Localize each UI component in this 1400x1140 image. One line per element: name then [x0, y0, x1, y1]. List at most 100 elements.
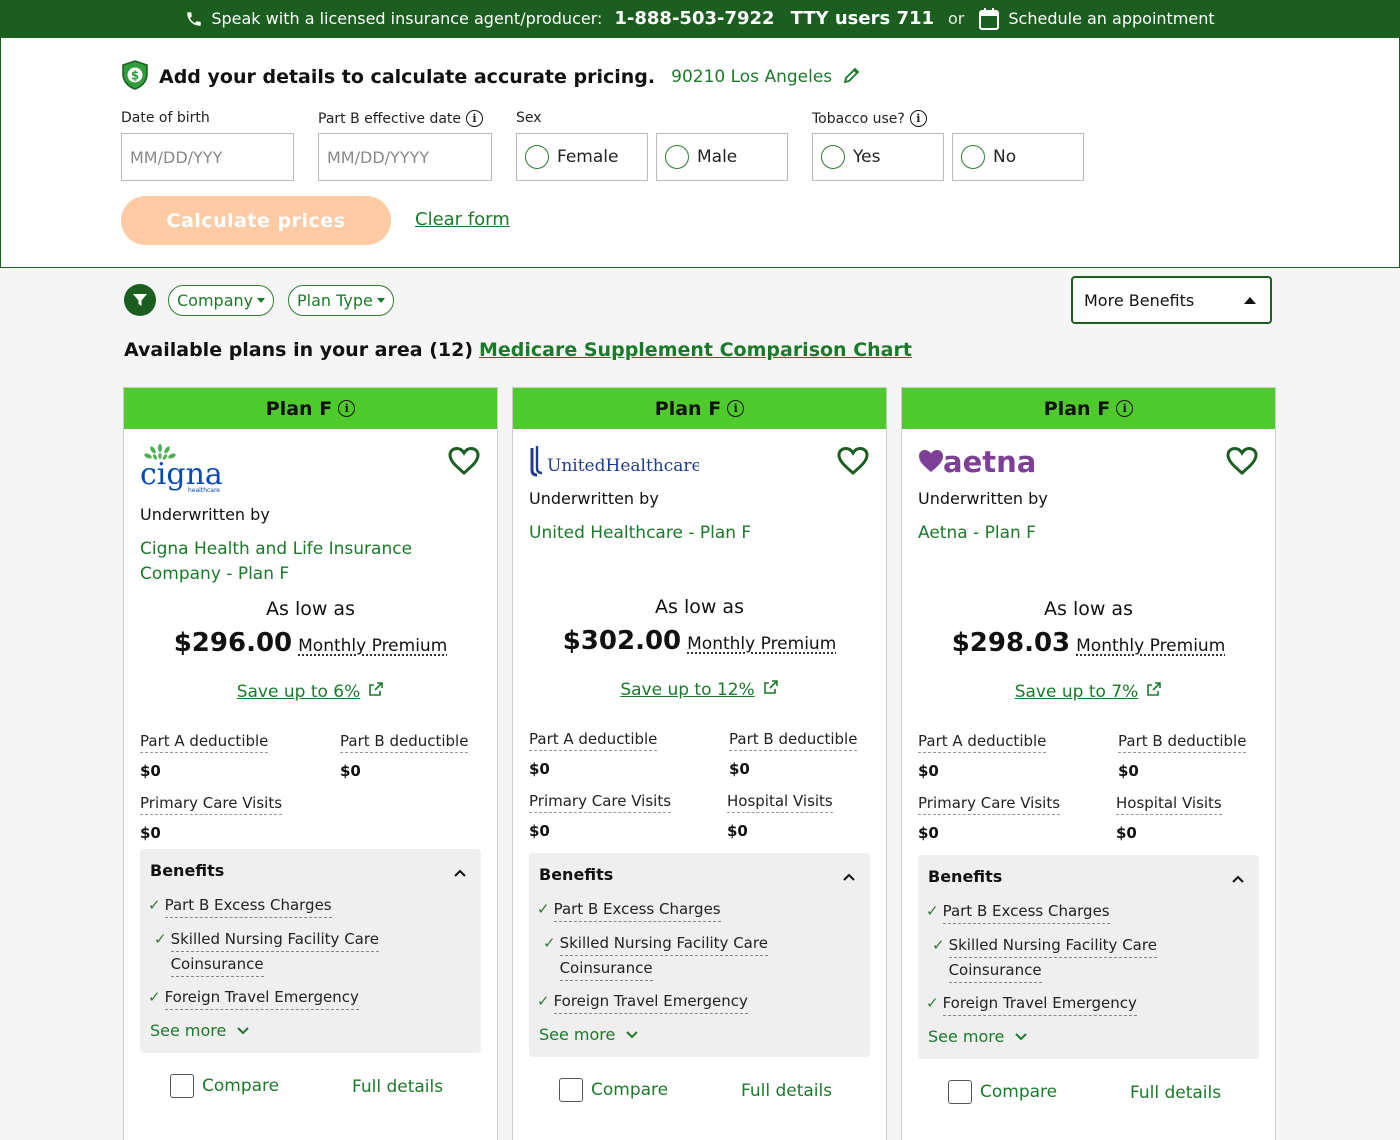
- monthly-premium-label[interactable]: Monthly Premium: [687, 634, 836, 654]
- see-more-link[interactable]: See more: [928, 1027, 1028, 1046]
- premium-row: $298.03 Monthly Premium: [902, 628, 1275, 658]
- tobacco-no-radio[interactable]: No: [952, 133, 1084, 181]
- shield-dollar-icon: $: [121, 60, 149, 94]
- primary-care-label[interactable]: Primary Care Visits: [140, 794, 282, 815]
- benefit-text: Coinsurance: [949, 958, 1042, 983]
- more-benefits-dropdown[interactable]: More Benefits: [1071, 276, 1272, 324]
- underwritten-label: Underwritten by: [918, 489, 1048, 508]
- chevron-down-icon: [1014, 1027, 1028, 1046]
- location-link[interactable]: 90210 Los Angeles: [671, 67, 832, 87]
- benefit-item: ✓ Part B Excess Charges: [148, 893, 332, 918]
- phone-number-link[interactable]: 1-888-503-7922: [614, 8, 774, 29]
- chevron-up-icon[interactable]: [453, 863, 467, 882]
- benefit-text: Skilled Nursing Facility Care: [171, 927, 379, 952]
- favorite-heart-icon[interactable]: [1225, 446, 1259, 480]
- part-a-deductible-label[interactable]: Part A deductible: [918, 732, 1046, 753]
- compare-checkbox[interactable]: Compare: [948, 1080, 1057, 1104]
- benefit-item: ✓ Part B Excess Charges: [926, 899, 1110, 924]
- check-icon: ✓: [154, 927, 167, 977]
- company-link[interactable]: Aetna - Plan F: [918, 521, 1238, 546]
- company-link[interactable]: United Healthcare - Plan F: [529, 521, 849, 546]
- compare-checkbox[interactable]: Compare: [170, 1074, 279, 1098]
- sex-male-radio[interactable]: Male: [656, 133, 788, 181]
- external-link-icon: [1146, 681, 1162, 702]
- favorite-heart-icon[interactable]: [836, 446, 870, 480]
- plan-card-header: Plan F i: [513, 388, 886, 429]
- monthly-premium-label[interactable]: Monthly Premium: [1076, 636, 1225, 656]
- caret-down-icon: [377, 298, 385, 303]
- check-icon: ✓: [926, 991, 939, 1016]
- plan-card-header: Plan F i: [902, 388, 1275, 429]
- part-b-deductible-label[interactable]: Part B deductible: [340, 732, 468, 753]
- favorite-heart-icon[interactable]: [447, 446, 481, 480]
- premium-row: $296.00 Monthly Premium: [124, 628, 497, 658]
- company-filter-dropdown[interactable]: Company: [168, 285, 274, 316]
- full-details-link[interactable]: Full details: [1130, 1083, 1221, 1103]
- partb-label-text: Part B effective date: [318, 111, 461, 127]
- benefit-item: ✓ Foreign Travel Emergency: [926, 991, 1137, 1016]
- dob-input[interactable]: MM/DD/YYY: [121, 133, 294, 181]
- part-a-deductible-label[interactable]: Part A deductible: [529, 730, 657, 751]
- company-link[interactable]: Cigna Health and Life Insurance Company …: [140, 537, 460, 587]
- part-a-deductible-label[interactable]: Part A deductible: [140, 732, 268, 753]
- comparison-chart-link[interactable]: Medicare Supplement Comparison Chart: [479, 339, 912, 361]
- compare-checkbox[interactable]: Compare: [559, 1078, 668, 1102]
- primary-care-label[interactable]: Primary Care Visits: [529, 792, 671, 813]
- check-icon: ✓: [932, 933, 945, 983]
- chevron-up-icon[interactable]: [1231, 869, 1245, 888]
- benefit-text: Part B Excess Charges: [943, 899, 1110, 924]
- hospital-visits-label[interactable]: Hospital Visits: [727, 792, 833, 813]
- part-b-deductible-label[interactable]: Part B deductible: [1118, 732, 1246, 753]
- tobacco-label-text: Tobacco use?: [812, 111, 905, 127]
- part-a-deductible-value: $0: [529, 760, 550, 778]
- filter-icon[interactable]: [124, 284, 156, 316]
- schedule-appointment-link[interactable]: Schedule an appointment: [978, 7, 1214, 31]
- full-details-link[interactable]: Full details: [352, 1077, 443, 1097]
- cigna-logo: cigna healthcare: [140, 442, 236, 500]
- see-more-link[interactable]: See more: [539, 1025, 639, 1044]
- schedule-label: Schedule an appointment: [1008, 9, 1214, 28]
- part-b-deductible-value: $0: [1118, 762, 1139, 780]
- monthly-premium-label[interactable]: Monthly Premium: [298, 636, 447, 656]
- calculate-prices-button[interactable]: Calculate prices: [121, 196, 391, 245]
- save-link[interactable]: Save up to 12%: [513, 679, 886, 700]
- partb-date-input[interactable]: MM/DD/YYYY: [318, 133, 492, 181]
- plan-name: Plan F: [266, 398, 332, 420]
- info-icon[interactable]: i: [338, 400, 355, 417]
- see-more-link[interactable]: See more: [150, 1021, 250, 1040]
- benefits-panel: Benefits ✓ Part B Excess Charges ✓ Skilled…: [529, 853, 870, 1057]
- primary-care-label[interactable]: Primary Care Visits: [918, 794, 1060, 815]
- info-icon[interactable]: i: [910, 110, 927, 127]
- benefit-item: ✓ Skilled Nursing Facility Care Coinsuranc…: [543, 931, 768, 981]
- radio-circle-icon: [961, 145, 985, 169]
- checkbox-icon: [170, 1074, 194, 1098]
- info-icon[interactable]: i: [466, 110, 483, 127]
- or-text: or: [948, 9, 964, 28]
- hospital-visits-label[interactable]: Hospital Visits: [1116, 794, 1222, 815]
- clear-form-link[interactable]: Clear form: [415, 209, 510, 230]
- sex-female-radio[interactable]: Female: [516, 133, 648, 181]
- premium-price: $296.00: [174, 628, 292, 658]
- part-a-deductible-value: $0: [918, 762, 939, 780]
- tobacco-yes-radio[interactable]: Yes: [812, 133, 944, 181]
- plan-card-unitedhealthcare: Plan F i UnitedHealthcare Underwritten b…: [512, 387, 887, 1140]
- full-details-link[interactable]: Full details: [741, 1081, 832, 1101]
- save-link[interactable]: Save up to 7%: [902, 681, 1275, 702]
- dob-label-text: Date of birth: [121, 110, 210, 126]
- checkbox-icon: [559, 1078, 583, 1102]
- benefit-text: Coinsurance: [171, 952, 264, 977]
- chevron-up-icon[interactable]: [842, 867, 856, 886]
- hospital-visits-value: $0: [727, 822, 748, 840]
- save-link[interactable]: Save up to 6%: [124, 681, 497, 702]
- info-icon[interactable]: i: [727, 400, 744, 417]
- pencil-icon[interactable]: [842, 65, 862, 89]
- as-low-as-label: As low as: [124, 598, 497, 620]
- benefit-text: Skilled Nursing Facility Care: [949, 933, 1157, 958]
- premium-price: $302.00: [563, 626, 681, 656]
- plan-type-filter-dropdown[interactable]: Plan Type: [288, 285, 394, 316]
- info-icon[interactable]: i: [1116, 400, 1133, 417]
- benefit-item: ✓ Foreign Travel Emergency: [537, 989, 748, 1014]
- part-b-deductible-label[interactable]: Part B deductible: [729, 730, 857, 751]
- sex-label: Sex: [516, 110, 542, 126]
- pricing-details-panel: $ Add your details to calculate accurate…: [0, 37, 1400, 268]
